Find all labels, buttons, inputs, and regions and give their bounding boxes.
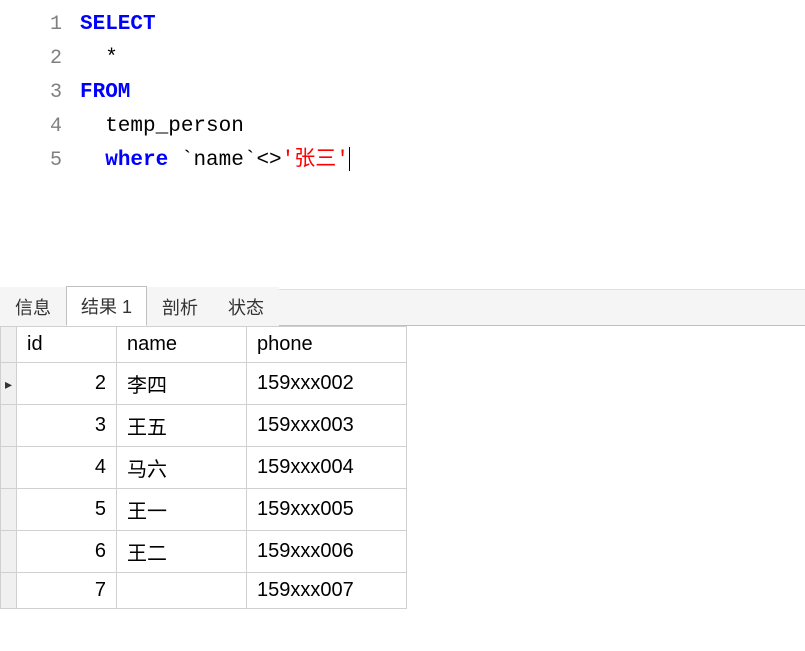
row-selector[interactable] (1, 531, 17, 573)
table-row[interactable]: 4马六159xxx004 (1, 447, 407, 489)
cell-id[interactable]: 3 (17, 405, 117, 447)
tab-3[interactable]: 状态 (213, 287, 279, 326)
row-selector[interactable] (1, 405, 17, 447)
results-table[interactable]: idnamephone 2李四159xxx0023王五159xxx0034马六1… (0, 326, 407, 609)
code-line[interactable]: 5 where `name`<>'张三' (0, 144, 805, 178)
cell-phone[interactable]: 159xxx002 (247, 363, 407, 405)
tab-2[interactable]: 剖析 (147, 287, 213, 326)
code-text[interactable]: where `name`<>'张三' (80, 144, 350, 178)
line-number: 4 (0, 110, 80, 144)
column-header-phone[interactable]: phone (247, 327, 407, 363)
cell-phone[interactable]: 159xxx006 (247, 531, 407, 573)
code-text[interactable]: SELECT (80, 8, 156, 42)
cell-id[interactable]: 7 (17, 573, 117, 609)
column-header-id[interactable]: id (17, 327, 117, 363)
code-line[interactable]: 2 * (0, 42, 805, 76)
line-number: 3 (0, 76, 80, 110)
line-number: 5 (0, 144, 80, 178)
cell-id[interactable]: 2 (17, 363, 117, 405)
row-selector[interactable] (1, 447, 17, 489)
code-line[interactable]: 1SELECT (0, 8, 805, 42)
cell-id[interactable]: 6 (17, 531, 117, 573)
cell-name[interactable]: 王二 (117, 531, 247, 573)
cell-phone[interactable]: 159xxx005 (247, 489, 407, 531)
results-panel: idnamephone 2李四159xxx0023王五159xxx0034马六1… (0, 326, 805, 609)
table-row[interactable]: 2李四159xxx002 (1, 363, 407, 405)
cell-name[interactable]: 王一 (117, 489, 247, 531)
cell-id[interactable]: 5 (17, 489, 117, 531)
code-text[interactable]: temp_person (80, 110, 244, 144)
code-text[interactable]: FROM (80, 76, 130, 110)
row-selector[interactable] (1, 489, 17, 531)
sql-editor[interactable]: 1SELECT2 *3FROM4 temp_person5 where `nam… (0, 0, 805, 290)
row-selector-header (1, 327, 17, 363)
table-row[interactable]: 3王五159xxx003 (1, 405, 407, 447)
line-number: 2 (0, 42, 80, 76)
cell-name[interactable]: 李四 (117, 363, 247, 405)
table-row[interactable]: 5王一159xxx005 (1, 489, 407, 531)
table-row[interactable]: 6王二159xxx006 (1, 531, 407, 573)
tab-1[interactable]: 结果 1 (66, 286, 147, 326)
cell-id[interactable]: 4 (17, 447, 117, 489)
cell-phone[interactable]: 159xxx003 (247, 405, 407, 447)
table-row[interactable]: 7 159xxx007 (1, 573, 407, 609)
code-text[interactable]: * (80, 42, 118, 76)
cell-phone[interactable]: 159xxx004 (247, 447, 407, 489)
row-selector[interactable] (1, 573, 17, 609)
result-tabs: 信息结果 1剖析状态 (0, 290, 805, 326)
column-header-name[interactable]: name (117, 327, 247, 363)
text-cursor (349, 147, 350, 171)
code-line[interactable]: 3FROM (0, 76, 805, 110)
cell-name[interactable]: 王五 (117, 405, 247, 447)
line-number: 1 (0, 8, 80, 42)
cell-name[interactable] (117, 573, 247, 609)
row-selector[interactable] (1, 363, 17, 405)
cell-phone[interactable]: 159xxx007 (247, 573, 407, 609)
cell-name[interactable]: 马六 (117, 447, 247, 489)
tab-0[interactable]: 信息 (0, 287, 66, 326)
code-line[interactable]: 4 temp_person (0, 110, 805, 144)
